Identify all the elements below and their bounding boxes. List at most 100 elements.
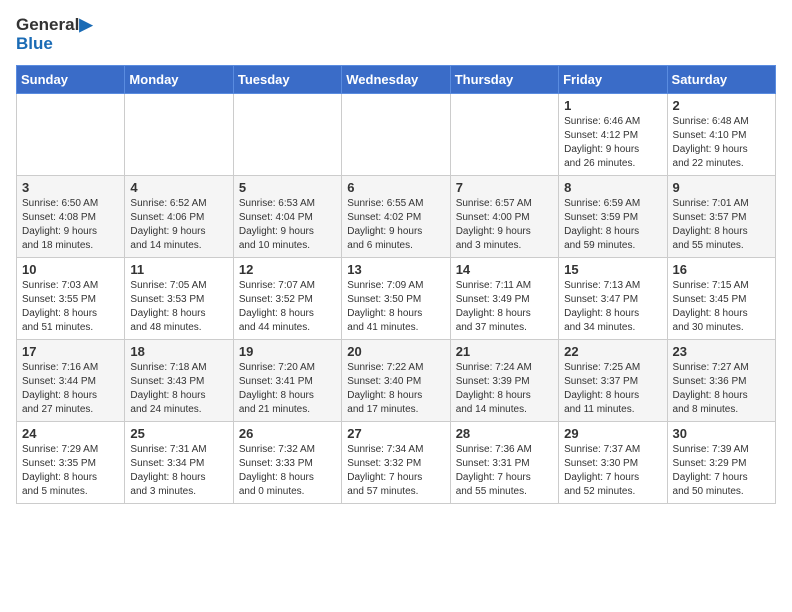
day-cell: 13 Sunrise: 7:09 AMSunset: 3:50 PMDayligh…	[342, 258, 450, 340]
header-cell-tuesday: Tuesday	[233, 66, 341, 94]
day-cell: 24Sunrise: 7:29 AMSunset: 3:35 PMDayligh…	[17, 422, 125, 504]
day-info: Sunrise: 6:59 AMSunset: 3:59 PMDaylight:…	[564, 197, 661, 253]
day-number: 13	[347, 262, 444, 277]
day-cell: 17 Sunrise: 7:16 AMSunset: 3:44 PMDayligh…	[17, 340, 125, 422]
day-number: 11	[130, 262, 227, 277]
day-cell	[233, 94, 341, 176]
header-cell-monday: Monday	[125, 66, 233, 94]
day-number: 4	[130, 180, 227, 195]
day-cell: 15 Sunrise: 7:13 AMSunset: 3:47 PMDayligh…	[559, 258, 667, 340]
day-info: Sunrise: 6:53 AMSunset: 4:04 PMDaylight:…	[239, 197, 336, 253]
calendar-table: SundayMondayTuesdayWednesdayThursdayFrid…	[16, 65, 776, 504]
day-cell: 3 Sunrise: 6:50 AMSunset: 4:08 PMDaylight…	[17, 176, 125, 258]
day-info: Sunrise: 7:20 AMSunset: 3:41 PMDaylight:…	[239, 361, 336, 417]
day-info: Sunrise: 6:55 AMSunset: 4:02 PMDaylight:…	[347, 197, 444, 253]
header-cell-sunday: Sunday	[17, 66, 125, 94]
day-cell: 8 Sunrise: 6:59 AMSunset: 3:59 PMDaylight…	[559, 176, 667, 258]
day-cell: 2 Sunrise: 6:48 AMSunset: 4:10 PMDaylight…	[667, 94, 775, 176]
day-info: Sunrise: 6:50 AMSunset: 4:08 PMDaylight:…	[22, 197, 119, 253]
day-cell: 25Sunrise: 7:31 AMSunset: 3:34 PMDayligh…	[125, 422, 233, 504]
day-cell: 27 Sunrise: 7:34 AMSunset: 3:32 PMDayligh…	[342, 422, 450, 504]
day-info: Sunrise: 7:25 AMSunset: 3:37 PMDaylight:…	[564, 361, 661, 417]
week-row-3: 10Sunrise: 7:03 AMSunset: 3:55 PMDayligh…	[17, 258, 776, 340]
day-number: 27	[347, 426, 444, 441]
header-row: SundayMondayTuesdayWednesdayThursdayFrid…	[17, 66, 776, 94]
day-cell: 26Sunrise: 7:32 AMSunset: 3:33 PMDayligh…	[233, 422, 341, 504]
day-cell: 12 Sunrise: 7:07 AMSunset: 3:52 PMDayligh…	[233, 258, 341, 340]
header-cell-friday: Friday	[559, 66, 667, 94]
day-info: Sunrise: 7:27 AMSunset: 3:36 PMDaylight:…	[673, 361, 770, 417]
day-info: Sunrise: 7:39 AMSunset: 3:29 PMDaylight:…	[673, 443, 770, 499]
day-number: 29	[564, 426, 661, 441]
day-number: 20	[347, 344, 444, 359]
day-number: 18	[130, 344, 227, 359]
header-cell-saturday: Saturday	[667, 66, 775, 94]
header: General▶ Blue	[16, 16, 776, 53]
day-info: Sunrise: 7:34 AMSunset: 3:32 PMDaylight:…	[347, 443, 444, 499]
day-cell	[450, 94, 558, 176]
day-cell: 19 Sunrise: 7:20 AMSunset: 3:41 PMDayligh…	[233, 340, 341, 422]
day-number: 21	[456, 344, 553, 359]
logo: General▶ Blue	[16, 16, 92, 53]
day-number: 12	[239, 262, 336, 277]
day-cell: 6 Sunrise: 6:55 AMSunset: 4:02 PMDaylight…	[342, 176, 450, 258]
day-info: Sunrise: 7:18 AMSunset: 3:43 PMDaylight:…	[130, 361, 227, 417]
day-number: 7	[456, 180, 553, 195]
day-info: Sunrise: 7:13 AMSunset: 3:47 PMDaylight:…	[564, 279, 661, 335]
week-row-5: 24Sunrise: 7:29 AMSunset: 3:35 PMDayligh…	[17, 422, 776, 504]
day-number: 1	[564, 98, 661, 113]
day-number: 30	[673, 426, 770, 441]
day-info: Sunrise: 6:48 AMSunset: 4:10 PMDaylight:…	[673, 115, 770, 171]
week-row-2: 3 Sunrise: 6:50 AMSunset: 4:08 PMDaylight…	[17, 176, 776, 258]
day-cell: 4Sunrise: 6:52 AMSunset: 4:06 PMDaylight…	[125, 176, 233, 258]
header-cell-wednesday: Wednesday	[342, 66, 450, 94]
day-cell: 10Sunrise: 7:03 AMSunset: 3:55 PMDayligh…	[17, 258, 125, 340]
day-cell: 14 Sunrise: 7:11 AMSunset: 3:49 PMDayligh…	[450, 258, 558, 340]
day-info: Sunrise: 7:07 AMSunset: 3:52 PMDaylight:…	[239, 279, 336, 335]
day-info: Sunrise: 7:36 AMSunset: 3:31 PMDaylight:…	[456, 443, 553, 499]
day-cell: 22 Sunrise: 7:25 AMSunset: 3:37 PMDayligh…	[559, 340, 667, 422]
day-cell: 1 Sunrise: 6:46 AMSunset: 4:12 PMDaylight…	[559, 94, 667, 176]
day-number: 15	[564, 262, 661, 277]
day-number: 5	[239, 180, 336, 195]
day-cell: 5 Sunrise: 6:53 AMSunset: 4:04 PMDaylight…	[233, 176, 341, 258]
day-cell	[17, 94, 125, 176]
day-info: Sunrise: 7:09 AMSunset: 3:50 PMDaylight:…	[347, 279, 444, 335]
day-cell: 21Sunrise: 7:24 AMSunset: 3:39 PMDayligh…	[450, 340, 558, 422]
day-number: 2	[673, 98, 770, 113]
day-number: 22	[564, 344, 661, 359]
day-cell	[342, 94, 450, 176]
day-cell: 9 Sunrise: 7:01 AMSunset: 3:57 PMDaylight…	[667, 176, 775, 258]
day-info: Sunrise: 7:37 AMSunset: 3:30 PMDaylight:…	[564, 443, 661, 499]
day-number: 17	[22, 344, 119, 359]
day-number: 14	[456, 262, 553, 277]
day-number: 16	[673, 262, 770, 277]
day-cell	[125, 94, 233, 176]
day-number: 9	[673, 180, 770, 195]
day-info: Sunrise: 7:01 AMSunset: 3:57 PMDaylight:…	[673, 197, 770, 253]
day-number: 23	[673, 344, 770, 359]
day-info: Sunrise: 7:05 AMSunset: 3:53 PMDaylight:…	[130, 279, 227, 335]
day-cell: 30 Sunrise: 7:39 AMSunset: 3:29 PMDayligh…	[667, 422, 775, 504]
week-row-4: 17 Sunrise: 7:16 AMSunset: 3:44 PMDayligh…	[17, 340, 776, 422]
week-row-1: 1 Sunrise: 6:46 AMSunset: 4:12 PMDaylight…	[17, 94, 776, 176]
day-number: 6	[347, 180, 444, 195]
day-info: Sunrise: 6:46 AMSunset: 4:12 PMDaylight:…	[564, 115, 661, 171]
day-number: 19	[239, 344, 336, 359]
day-number: 8	[564, 180, 661, 195]
day-number: 3	[22, 180, 119, 195]
day-cell: 28Sunrise: 7:36 AMSunset: 3:31 PMDayligh…	[450, 422, 558, 504]
day-info: Sunrise: 6:57 AMSunset: 4:00 PMDaylight:…	[456, 197, 553, 253]
day-info: Sunrise: 7:22 AMSunset: 3:40 PMDaylight:…	[347, 361, 444, 417]
day-cell: 7 Sunrise: 6:57 AMSunset: 4:00 PMDaylight…	[450, 176, 558, 258]
day-number: 26	[239, 426, 336, 441]
day-info: Sunrise: 7:11 AMSunset: 3:49 PMDaylight:…	[456, 279, 553, 335]
day-cell: 23 Sunrise: 7:27 AMSunset: 3:36 PMDayligh…	[667, 340, 775, 422]
day-cell: 29 Sunrise: 7:37 AMSunset: 3:30 PMDayligh…	[559, 422, 667, 504]
day-info: Sunrise: 7:16 AMSunset: 3:44 PMDaylight:…	[22, 361, 119, 417]
day-number: 24	[22, 426, 119, 441]
header-cell-thursday: Thursday	[450, 66, 558, 94]
day-cell: 20 Sunrise: 7:22 AMSunset: 3:40 PMDayligh…	[342, 340, 450, 422]
day-number: 10	[22, 262, 119, 277]
day-cell: 11 Sunrise: 7:05 AMSunset: 3:53 PMDayligh…	[125, 258, 233, 340]
